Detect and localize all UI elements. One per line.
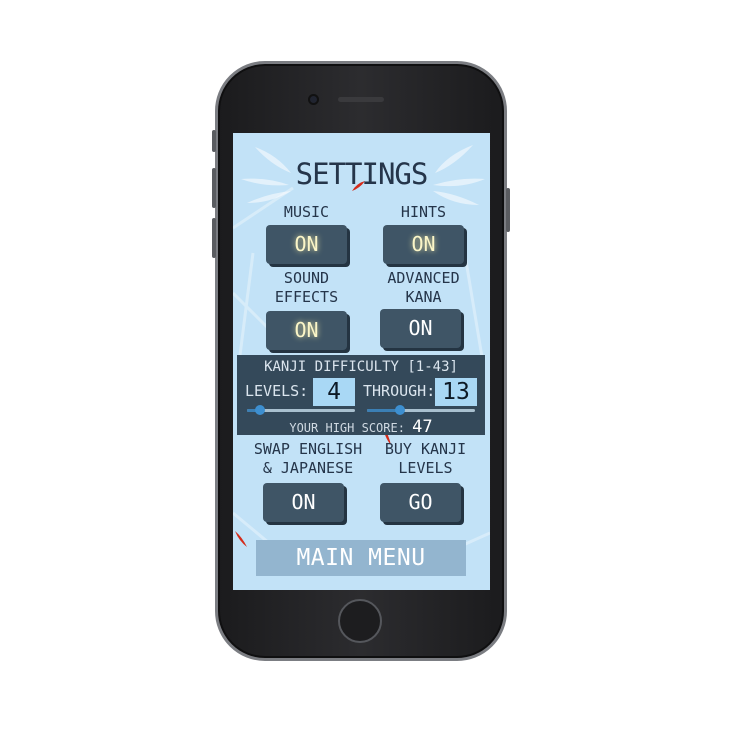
sound-effects-label-line1: SOUND: [283, 269, 330, 287]
buy-kanji-label-line2: LEVELS: [398, 459, 453, 477]
swap-label-line1: SWAP ENGLISH: [253, 440, 363, 458]
buy-kanji-label-line1: BUY KANJI: [384, 440, 467, 458]
levels-label: LEVELS:: [245, 382, 309, 400]
music-label: MUSIC: [283, 203, 330, 221]
volume-up-button: [212, 168, 216, 208]
main-menu-button[interactable]: MAIN MENU: [256, 540, 466, 576]
settings-title: SETTINGS: [295, 157, 429, 191]
music-toggle-button[interactable]: ON: [266, 225, 347, 264]
sound-effects-label: SOUND EFFECTS: [256, 269, 357, 307]
high-score-value: 47: [412, 417, 433, 437]
mute-switch: [212, 130, 216, 152]
earpiece-speaker: [338, 97, 384, 102]
buy-kanji-levels-label: BUY KANJI LEVELS: [373, 440, 478, 478]
swap-label-line2: & JAPANESE: [262, 459, 354, 477]
swap-english-japanese-toggle-button[interactable]: ON: [263, 483, 344, 522]
advanced-kana-label-line2: KANA: [405, 288, 442, 306]
hints-label: HINTS: [400, 203, 447, 221]
home-button[interactable]: [338, 599, 382, 643]
levels-value: 4: [313, 378, 355, 406]
high-score-label: YOUR HIGH SCORE:: [289, 421, 405, 435]
advanced-kana-label-line1: ADVANCED: [387, 269, 460, 287]
advanced-kana-label: ADVANCED KANA: [373, 269, 474, 307]
through-slider-knob[interactable]: [395, 405, 405, 415]
sound-effects-toggle-button[interactable]: ON: [266, 311, 347, 350]
through-label: THROUGH:: [363, 382, 436, 400]
advanced-kana-toggle-button[interactable]: ON: [380, 309, 461, 348]
volume-down-button: [212, 218, 216, 258]
through-value: 13: [435, 378, 477, 406]
buy-kanji-levels-go-button[interactable]: GO: [380, 483, 461, 522]
swap-english-japanese-label: SWAP ENGLISH & JAPANESE: [243, 440, 373, 478]
high-score: YOUR HIGH SCORE: 47: [237, 417, 485, 437]
sound-effects-label-line2: EFFECTS: [274, 288, 339, 306]
hints-toggle-button[interactable]: ON: [383, 225, 464, 264]
app-screen: SETTINGS MUSIC ON HINTS ON SOUND EFFECTS…: [233, 133, 490, 590]
power-button: [506, 188, 510, 232]
kanji-difficulty-panel: KANJI DIFFICULTY [1-43] LEVELS: 4 THROUG…: [237, 355, 485, 437]
levels-slider-knob[interactable]: [255, 405, 265, 415]
kanji-difficulty-header: KANJI DIFFICULTY [1-43]: [264, 359, 458, 375]
front-camera: [308, 94, 319, 105]
